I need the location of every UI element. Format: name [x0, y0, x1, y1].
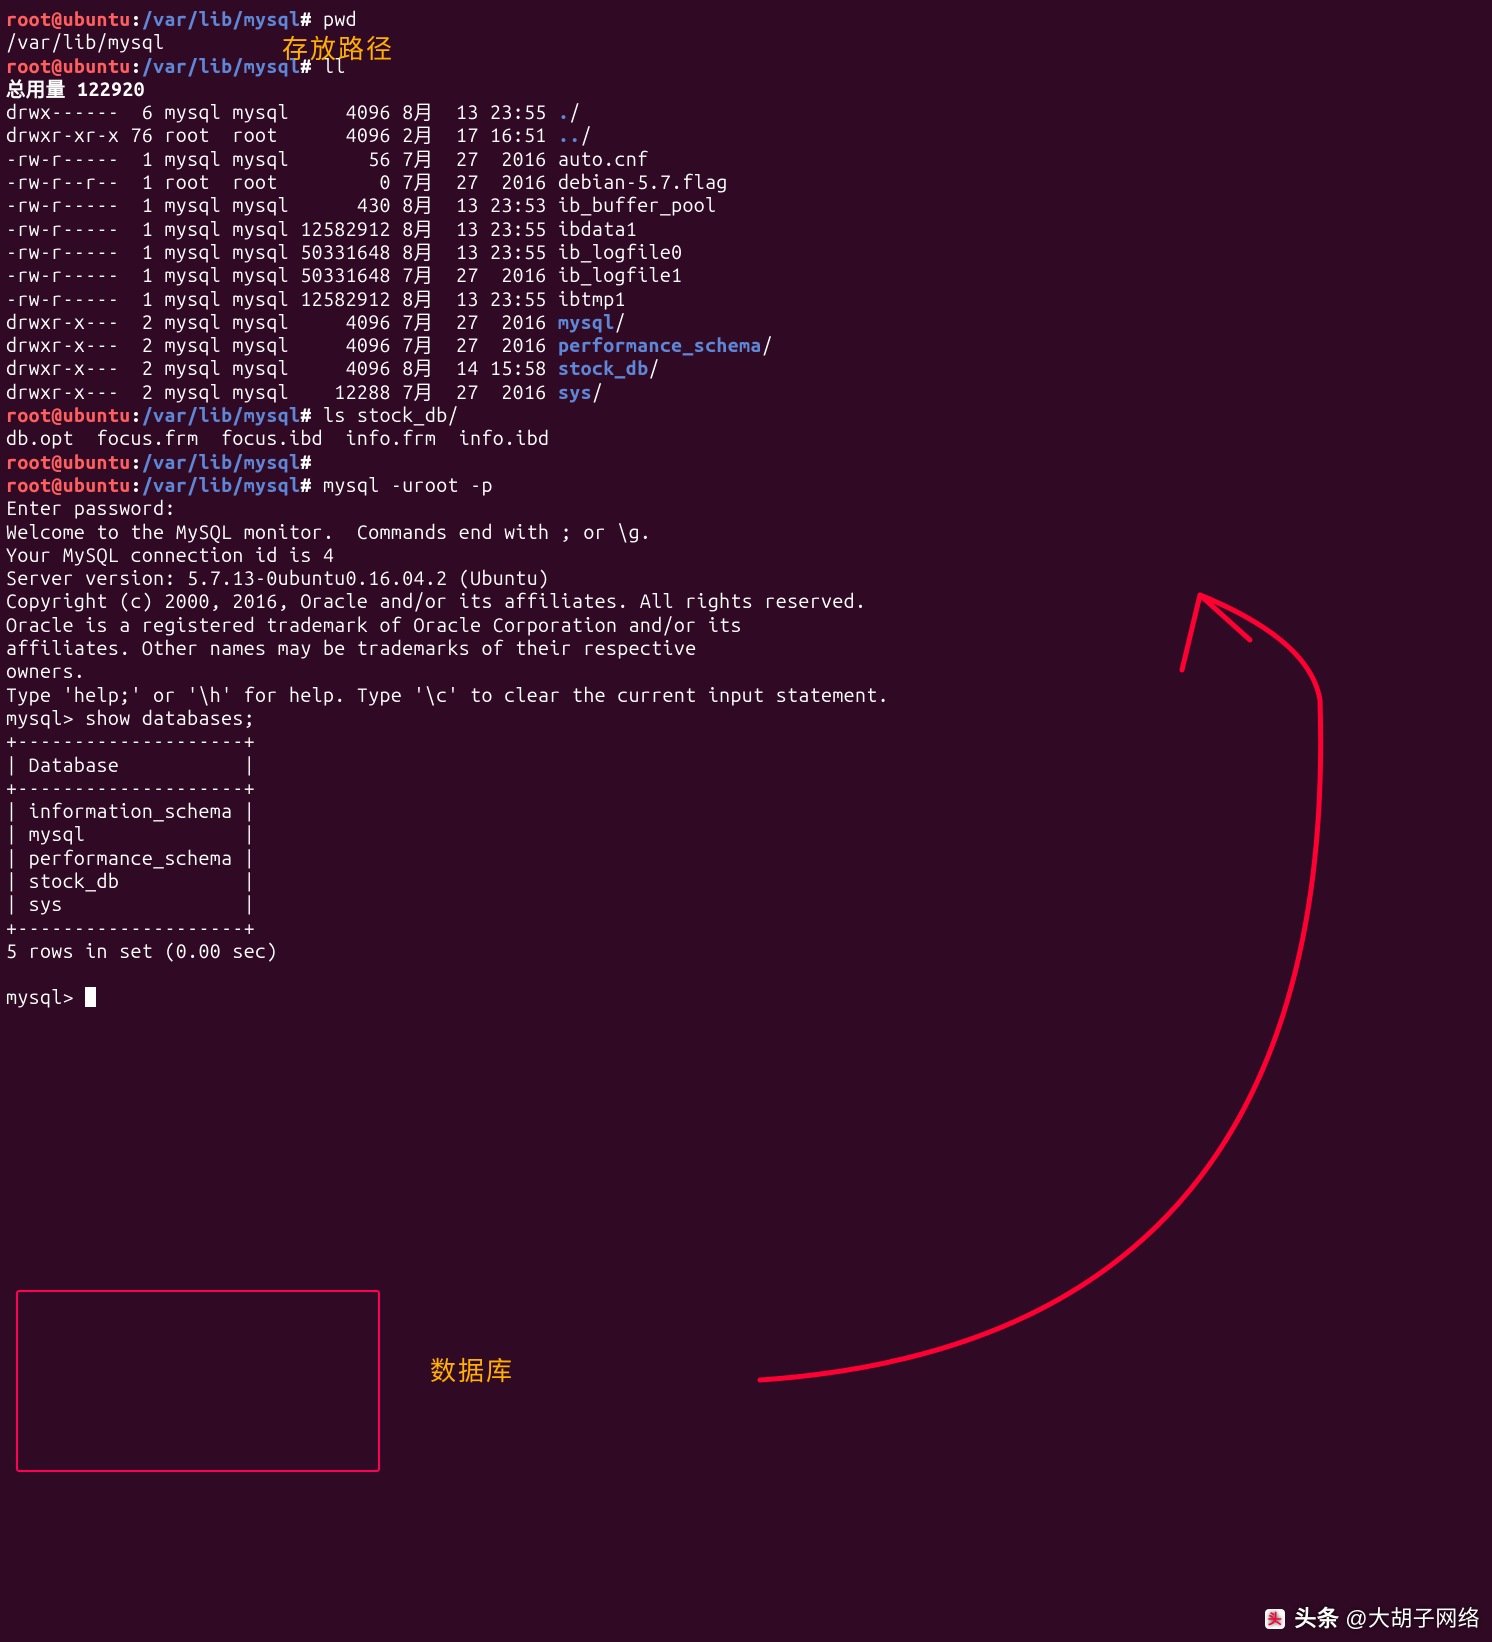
cursor-block — [85, 987, 96, 1007]
command-mysql: mysql -uroot -p — [323, 474, 493, 496]
watermark-author: @大胡子网络 — [1345, 1607, 1480, 1630]
db-table-header: | Database | — [6, 754, 1486, 777]
mysql-login-line: Oracle is a registered trademark of Orac… — [6, 614, 1486, 637]
mysql-command: show databases; — [85, 707, 255, 729]
db-table-border: +--------------------+ — [6, 777, 1486, 800]
watermark: 头 头条 @大胡子网络 — [1262, 1606, 1480, 1632]
ll-header: 总用量 122920 — [6, 78, 1486, 101]
ll-row: -rw-r----- 1 mysql mysql 12582912 8月 13 … — [6, 218, 1486, 241]
pwd-output: /var/lib/mysql — [6, 31, 1486, 54]
mysql-login-line: owners. — [6, 660, 1486, 683]
ll-filename: auto.cnf — [558, 148, 649, 170]
command-ls: ls stock_db/ — [323, 404, 459, 426]
prompt-line: root@ubuntu:/var/lib/mysql# ls stock_db/ — [6, 404, 1486, 427]
ll-filename: ib_logfile1 — [558, 264, 683, 286]
ls-output: db.opt focus.frm focus.ibd info.frm info… — [6, 427, 1486, 450]
db-table-border: +--------------------+ — [6, 917, 1486, 940]
annotation-db-label: 数据库 — [430, 1360, 514, 1383]
ll-filename: ibdata1 — [558, 218, 637, 240]
ll-dirname: . — [558, 101, 569, 123]
ll-row: drwxr-x--- 2 mysql mysql 12288 7月 27 201… — [6, 381, 1486, 404]
ll-row: -rw-r----- 1 mysql mysql 50331648 7月 27 … — [6, 264, 1486, 287]
ll-filename: ibtmp1 — [558, 288, 626, 310]
ll-filename: ib_buffer_pool — [558, 194, 716, 216]
terminal-output[interactable]: root@ubuntu:/var/lib/mysql# pwd/var/lib/… — [0, 0, 1492, 1018]
db-table-row: | stock_db | — [6, 870, 1486, 893]
mysql-login-line: Enter password: — [6, 497, 1486, 520]
ll-row: drwxr-x--- 2 mysql mysql 4096 7月 27 2016… — [6, 334, 1486, 357]
prompt-line: root@ubuntu:/var/lib/mysql# — [6, 451, 1486, 474]
db-table-row: | information_schema | — [6, 800, 1486, 823]
ll-filename: ib_logfile0 — [558, 241, 683, 263]
mysql-login-line: Welcome to the MySQL monitor. Commands e… — [6, 521, 1486, 544]
toutiao-logo-icon: 头 — [1262, 1606, 1288, 1632]
command-pwd: pwd — [323, 8, 357, 30]
prompt-line: root@ubuntu:/var/lib/mysql# mysql -uroot… — [6, 474, 1486, 497]
mysql-login-line: Type 'help;' or '\h' for help. Type '\c'… — [6, 684, 1486, 707]
ll-row: -rw-r----- 1 mysql mysql 12582912 8月 13 … — [6, 288, 1486, 311]
mysql-prompt-line: mysql> show databases; — [6, 707, 1486, 730]
prompt-line: root@ubuntu:/var/lib/mysql# pwd — [6, 8, 1486, 31]
ll-dirname: performance_schema — [558, 334, 762, 356]
mysql-login-line: Copyright (c) 2000, 2016, Oracle and/or … — [6, 590, 1486, 613]
mysql-login-line: Server version: 5.7.13-0ubuntu0.16.04.2 … — [6, 567, 1486, 590]
blank-line — [6, 963, 1486, 986]
command-ll: ll — [323, 55, 346, 77]
ll-row: drwxr-x--- 2 mysql mysql 4096 7月 27 2016… — [6, 311, 1486, 334]
ll-row: drwxr-xr-x 76 root root 4096 2月 17 16:51… — [6, 124, 1486, 147]
mysql-login-line: Your MySQL connection id is 4 — [6, 544, 1486, 567]
mysql-prompt-line[interactable]: mysql> — [6, 986, 1486, 1009]
ll-dirname: .. — [558, 124, 581, 146]
watermark-brand: 头条 — [1294, 1607, 1339, 1630]
ll-dirname: mysql — [558, 311, 615, 333]
svg-text:头: 头 — [1268, 1611, 1282, 1627]
ll-dirname: stock_db — [558, 357, 649, 379]
db-table-row: | sys | — [6, 893, 1486, 916]
db-table-row: | mysql | — [6, 823, 1486, 846]
ll-dirname: sys — [558, 381, 592, 403]
ll-row: -rw-r--r-- 1 root root 0 7月 27 2016 debi… — [6, 171, 1486, 194]
db-table-row: | performance_schema | — [6, 847, 1486, 870]
ll-row: -rw-r----- 1 mysql mysql 50331648 8月 13 … — [6, 241, 1486, 264]
mysql-login-line: affiliates. Other names may be trademark… — [6, 637, 1486, 660]
db-table-footer: 5 rows in set (0.00 sec) — [6, 940, 1486, 963]
ll-row: -rw-r----- 1 mysql mysql 430 8月 13 23:53… — [6, 194, 1486, 217]
prompt-line: root@ubuntu:/var/lib/mysql# ll — [6, 55, 1486, 78]
annotation-box-databases — [16, 1290, 380, 1472]
ll-row: drwx------ 6 mysql mysql 4096 8月 13 23:5… — [6, 101, 1486, 124]
db-table-border: +--------------------+ — [6, 730, 1486, 753]
ll-row: -rw-r----- 1 mysql mysql 56 7月 27 2016 a… — [6, 148, 1486, 171]
ll-row: drwxr-x--- 2 mysql mysql 4096 8月 14 15:5… — [6, 357, 1486, 380]
ll-filename: debian-5.7.flag — [558, 171, 728, 193]
